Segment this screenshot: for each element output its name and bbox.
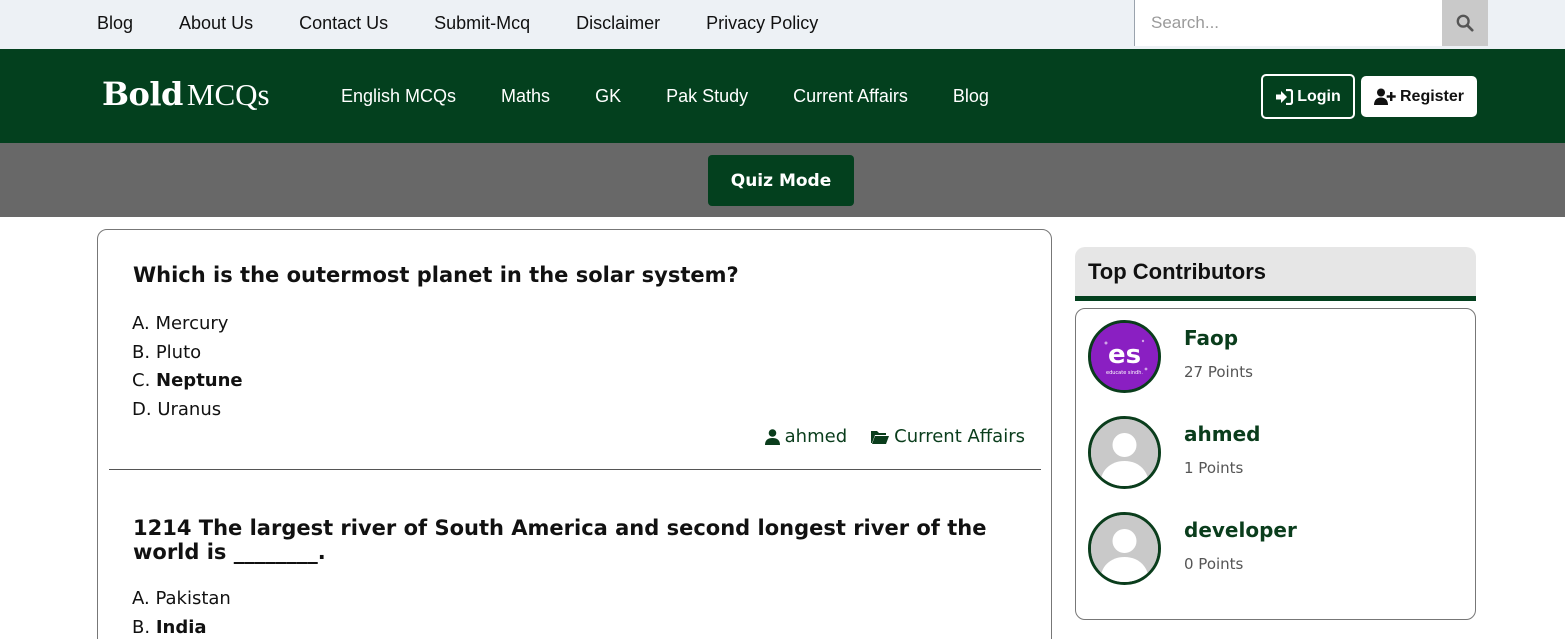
nav-current-affairs[interactable]: Current Affairs <box>793 86 908 107</box>
user-icon <box>764 428 780 445</box>
avatar[interactable]: es educate sindh. <box>1088 320 1161 393</box>
avatar[interactable] <box>1088 416 1161 489</box>
option-text: Uranus <box>157 398 222 420</box>
option-b: B. Pluto <box>132 339 243 368</box>
top-contributors-list: es educate sindh. Faop 27 Points ahmed 1… <box>1075 308 1476 620</box>
nav-gk[interactable]: GK <box>595 86 621 107</box>
nav-english-mcqs[interactable]: English MCQs <box>341 86 456 107</box>
contributor-item: developer 0 Points <box>1088 512 1468 586</box>
top-link-submit-mcq[interactable]: Submit-Mcq <box>434 13 530 34</box>
logo-bold-text: Bold <box>102 75 183 113</box>
option-a: A. Mercury <box>132 310 243 339</box>
option-letter: A. <box>132 313 150 334</box>
sign-in-icon <box>1276 88 1294 105</box>
quiz-mode-button[interactable]: Quiz Mode <box>708 155 854 206</box>
default-avatar-icon <box>1091 419 1158 486</box>
top-contributors-title: Top Contributors <box>1088 259 1266 284</box>
top-link-privacy-policy[interactable]: Privacy Policy <box>706 13 818 34</box>
nav-maths[interactable]: Maths <box>501 86 550 107</box>
educate-sindh-logo: es educate sindh. <box>1091 323 1158 390</box>
top-link-disclaimer[interactable]: Disclaimer <box>576 13 660 34</box>
option-letter: A. <box>132 588 150 609</box>
option-d: D. Uranus <box>132 396 243 425</box>
site-logo[interactable]: Bold MCQs <box>102 75 270 113</box>
top-utility-bar: Blog About Us Contact Us Submit-Mcq Disc… <box>0 0 1565 49</box>
option-text: Neptune <box>156 370 243 391</box>
option-text: India <box>155 616 207 638</box>
search-input[interactable] <box>1134 0 1442 46</box>
avatar-text: es <box>1108 340 1141 370</box>
option-text: Pakistan <box>155 588 231 609</box>
option-list: A. Pakistan B. India <box>132 585 231 639</box>
author-name: ahmed <box>784 426 848 447</box>
category-link[interactable]: Current Affairs <box>871 426 1025 447</box>
search-box <box>1134 0 1488 46</box>
contributor-item: es educate sindh. Faop 27 Points <box>1088 320 1468 394</box>
question-meta: ahmed Current Affairs <box>741 426 1025 447</box>
option-letter: D. <box>132 398 152 420</box>
user-plus-icon <box>1373 88 1396 105</box>
folder-open-icon <box>871 430 890 444</box>
option-letter: B. <box>132 616 151 638</box>
avatar[interactable] <box>1088 512 1161 585</box>
nav-blog[interactable]: Blog <box>953 86 989 107</box>
option-b-correct: B. India <box>132 614 231 639</box>
main-header: Bold MCQs English MCQs Maths GK Pak Study… <box>0 49 1565 143</box>
avatar-subtext: educate sindh. <box>1106 370 1143 376</box>
author-link[interactable]: ahmed <box>764 426 848 447</box>
top-link-about-us[interactable]: About Us <box>179 13 253 34</box>
search-button[interactable] <box>1442 0 1488 46</box>
main-nav: English MCQs Maths GK Pak Study Current … <box>341 49 1034 143</box>
option-text: Mercury <box>155 313 229 334</box>
contributor-name[interactable]: developer <box>1184 518 1297 542</box>
logo-light-text: MCQs <box>186 77 270 112</box>
contributor-points: 27 Points <box>1184 363 1253 381</box>
top-nav: Blog About Us Contact Us Submit-Mcq Disc… <box>97 0 864 46</box>
quiz-mode-band: Quiz Mode <box>0 143 1565 217</box>
default-avatar-icon <box>1091 515 1158 582</box>
option-text: Pluto <box>155 341 202 363</box>
contributor-points: 1 Points <box>1184 459 1244 477</box>
top-contributors-header: Top Contributors <box>1075 247 1476 301</box>
contributor-name[interactable]: Faop <box>1184 326 1238 350</box>
option-list: A. Mercury B. Pluto C. Neptune D. Uranus <box>132 310 243 424</box>
login-label: Login <box>1297 87 1341 105</box>
nav-pak-study[interactable]: Pak Study <box>666 86 748 107</box>
option-a: A. Pakistan <box>132 585 231 614</box>
search-icon <box>1456 14 1474 32</box>
question-title[interactable]: 1214 The largest river of South America … <box>133 516 1023 564</box>
category-name: Current Affairs <box>894 426 1025 447</box>
contributor-item: ahmed 1 Points <box>1088 416 1468 490</box>
login-button[interactable]: Login <box>1261 74 1355 119</box>
register-button[interactable]: Register <box>1361 76 1477 117</box>
option-c-correct: C. Neptune <box>132 367 243 396</box>
contributor-name[interactable]: ahmed <box>1184 422 1260 446</box>
question-divider <box>109 469 1041 470</box>
top-link-contact-us[interactable]: Contact Us <box>299 13 388 34</box>
contributor-points: 0 Points <box>1184 555 1244 573</box>
option-letter: B. <box>132 341 151 363</box>
top-link-blog[interactable]: Blog <box>97 13 133 34</box>
question-title[interactable]: Which is the outermost planet in the sol… <box>133 263 1023 287</box>
register-label: Register <box>1399 87 1465 105</box>
option-letter: C. <box>132 370 151 391</box>
mcq-list-card: Which is the outermost planet in the sol… <box>97 229 1052 639</box>
